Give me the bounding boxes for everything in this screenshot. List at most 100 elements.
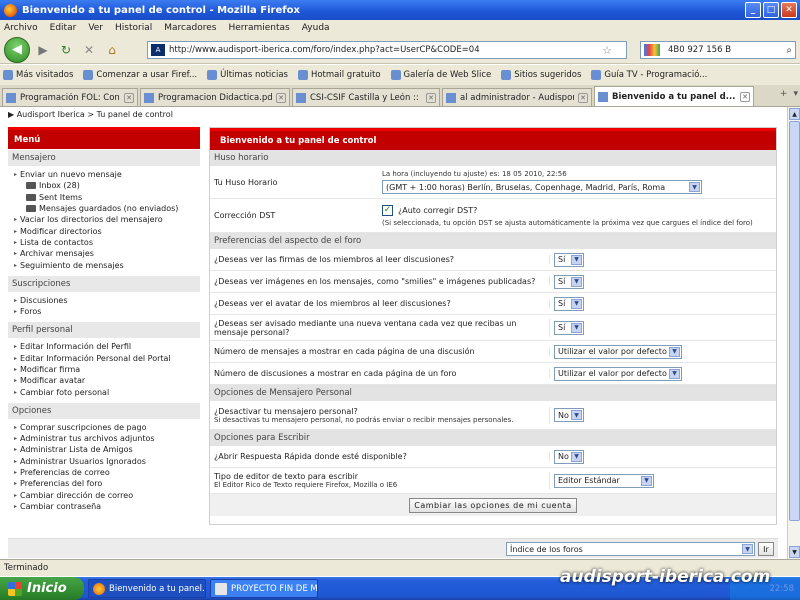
pref-select[interactable]: Sí ▼ bbox=[554, 320, 584, 335]
close-button[interactable]: ✕ bbox=[781, 2, 797, 18]
bookmark-item[interactable]: Guía TV - Programació... bbox=[591, 70, 707, 80]
pm-section-header: Opciones de Mensajero Personal bbox=[210, 385, 776, 401]
reload-button[interactable]: ↻ bbox=[56, 40, 76, 60]
bookmark-star-icon[interactable]: ☆ bbox=[602, 44, 612, 57]
menu-item[interactable]: Ayuda bbox=[302, 23, 330, 33]
sidebar-item-label: Archivar mensajes bbox=[20, 249, 94, 259]
pref-select[interactable]: Utilizar el valor por defecto ▼ bbox=[554, 366, 682, 381]
scroll-up-icon[interactable]: ▲ bbox=[789, 108, 800, 120]
scroll-thumb[interactable] bbox=[789, 121, 800, 521]
sidebar-item[interactable]: ▸ Preferencias del foro bbox=[8, 478, 200, 489]
menu-item[interactable]: Herramientas bbox=[228, 23, 289, 33]
quick-reply-select[interactable]: No ▼ bbox=[554, 449, 584, 464]
sidebar-item[interactable]: ▸ Enviar un nuevo mensaje bbox=[8, 169, 200, 180]
tab-1[interactable]: Programacion Didactica.pdf... ✕ bbox=[140, 88, 290, 106]
tab-2[interactable]: CSI-CSIF Castilla y León :: ... ✕ bbox=[292, 88, 440, 106]
tab-3[interactable]: al administrador - Audisport ... ✕ bbox=[442, 88, 592, 106]
sidebar-section-header: Perfil personal bbox=[8, 322, 200, 339]
bookmark-item[interactable]: Más visitados bbox=[3, 70, 73, 80]
go-button[interactable]: Ir bbox=[758, 542, 774, 556]
sidebar-item-label: Sent Items bbox=[39, 192, 83, 202]
tab-close-icon[interactable]: ✕ bbox=[426, 92, 436, 103]
tab-close-icon[interactable]: ✕ bbox=[578, 92, 588, 103]
tab-list-icon[interactable]: ▾ bbox=[793, 89, 798, 99]
forward-button[interactable]: ▶ bbox=[33, 40, 53, 60]
menu-item[interactable]: Historial bbox=[115, 23, 152, 33]
tab-close-icon[interactable]: ✕ bbox=[124, 92, 134, 103]
sidebar-item[interactable]: ▸ Modificar avatar bbox=[8, 375, 200, 386]
start-button[interactable]: Inicio bbox=[0, 577, 84, 600]
bookmark-item[interactable]: Galería de Web Slice bbox=[390, 70, 492, 80]
url-bar[interactable]: A http://www.audisport-iberica.com/foro/… bbox=[147, 41, 627, 59]
sidebar-item-label: Enviar un nuevo mensaje bbox=[20, 170, 122, 180]
pref-select[interactable]: Utilizar el valor por defecto ▼ bbox=[554, 344, 682, 359]
sidebar-item-label: Inbox (28) bbox=[39, 181, 80, 191]
sidebar-item[interactable]: ▸ Archivar mensajes bbox=[8, 248, 200, 259]
bookmark-item[interactable]: Últimas noticias bbox=[207, 70, 288, 80]
vertical-scrollbar[interactable]: ▲ ▼ bbox=[787, 107, 800, 559]
taskbar-item-firefox[interactable]: Bienvenido a tu panel... bbox=[88, 579, 206, 598]
sidebar-item[interactable]: ▸ Editar Información Personal del Portal bbox=[8, 353, 200, 364]
menu-item[interactable]: Ver bbox=[88, 23, 103, 33]
menu-item[interactable]: Archivo bbox=[4, 23, 38, 33]
sidebar-item[interactable]: Sent Items bbox=[8, 192, 200, 203]
sidebar-item[interactable]: ▸ Modificar directorios bbox=[8, 225, 200, 236]
scroll-down-icon[interactable]: ▼ bbox=[789, 546, 800, 558]
sidebar-item[interactable]: ▸ Foros bbox=[8, 306, 200, 317]
sidebar-item[interactable]: ▸ Vaciar los directorios del mensajero bbox=[8, 214, 200, 225]
breadcrumb-text[interactable]: Audisport Iberica > Tu panel de control bbox=[17, 110, 173, 119]
dst-checkbox[interactable]: ✓ bbox=[382, 204, 393, 216]
sidebar-item[interactable]: ▸ Administrar tus archivos adjuntos bbox=[8, 433, 200, 444]
sidebar-item[interactable]: ▸ Cambiar foto personal bbox=[8, 386, 200, 397]
taskbar-item-document[interactable]: PROYECTO FIN DE M... bbox=[210, 579, 318, 598]
stop-button[interactable]: ✕ bbox=[79, 40, 99, 60]
tab-close-icon[interactable]: ✕ bbox=[276, 92, 286, 103]
forum-jump-select[interactable]: Índice de los foros ▼ bbox=[506, 542, 755, 556]
tab-bar: Programación FOL: Conteni...✕Programacio… bbox=[0, 85, 800, 107]
tab-favicon-icon bbox=[598, 91, 608, 102]
pref-select[interactable]: Sí ▼ bbox=[554, 274, 584, 289]
sidebar-item-label: Lista de contactos bbox=[20, 237, 93, 247]
bookmark-item[interactable]: Hotmail gratuito bbox=[297, 70, 381, 80]
sidebar-item[interactable]: ▸ Cambiar dirección de correo bbox=[8, 490, 200, 501]
chevron-down-icon: ▼ bbox=[571, 254, 582, 265]
sidebar-item[interactable]: ▸ Editar Información del Perfil bbox=[8, 341, 200, 352]
bookmark-label: Galería de Web Slice bbox=[403, 70, 492, 80]
pref-question: Número de discusiones a mostrar en cada … bbox=[210, 369, 550, 378]
bookmark-item[interactable]: Sitios sugeridos bbox=[501, 70, 581, 80]
pref-select[interactable]: Sí ▼ bbox=[554, 252, 584, 267]
sidebar-item[interactable]: ▸ Seguimiento de mensajes bbox=[8, 259, 200, 270]
new-tab-icon[interactable]: + bbox=[780, 89, 788, 99]
bookmark-item[interactable]: Comenzar a usar Firef... bbox=[83, 70, 197, 80]
pref-select[interactable]: Sí ▼ bbox=[554, 296, 584, 311]
sidebar-item[interactable]: ▸ Lista de contactos bbox=[8, 237, 200, 248]
menu-item[interactable]: Editar bbox=[50, 23, 77, 33]
editor-select[interactable]: Editor Estándar ▼ bbox=[554, 473, 654, 488]
sidebar-item[interactable]: ▸ Comprar suscripciones de pago bbox=[8, 422, 200, 433]
pref-select-value: Sí bbox=[558, 255, 566, 264]
sidebar-item[interactable]: Inbox (28) bbox=[8, 180, 200, 191]
sidebar-item[interactable]: ▸ Preferencias de correo bbox=[8, 467, 200, 478]
back-button[interactable]: ◀ bbox=[4, 36, 30, 63]
sidebar-item[interactable]: ▸ Administrar Lista de Amigos bbox=[8, 444, 200, 455]
maximize-button[interactable]: □ bbox=[763, 2, 779, 18]
bookmark-icon bbox=[591, 70, 602, 80]
save-options-button[interactable]: Cambiar las opciones de mi cuenta bbox=[409, 497, 577, 513]
sidebar-item[interactable]: ▸ Discusiones bbox=[8, 295, 200, 306]
sidebar-item-label: Modificar firma bbox=[20, 365, 81, 374]
sidebar-item[interactable]: ▸ Administrar Usuarios Ignorados bbox=[8, 456, 200, 467]
tab-4[interactable]: Bienvenido a tu panel d... ✕ bbox=[594, 86, 754, 106]
sidebar-item[interactable]: ▸ Cambiar contraseña bbox=[8, 501, 200, 512]
sidebar-item[interactable]: Mensajes guardados (no enviados) bbox=[8, 203, 200, 214]
search-icon[interactable]: ⌕ bbox=[786, 45, 792, 56]
sidebar-item[interactable]: ▸ Modificar firma bbox=[8, 364, 200, 375]
home-button[interactable]: ⌂ bbox=[102, 40, 122, 60]
timezone-select[interactable]: (GMT + 1:00 horas) Berlín, Bruselas, Cop… bbox=[382, 180, 702, 194]
tab-close-icon[interactable]: ✕ bbox=[740, 91, 750, 102]
search-input[interactable]: 4B0 927 156 B bbox=[668, 45, 731, 55]
tab-0[interactable]: Programación FOL: Conteni... ✕ bbox=[2, 88, 138, 106]
search-bar[interactable]: 4B0 927 156 B ⌕ bbox=[640, 41, 796, 59]
menu-item[interactable]: Marcadores bbox=[164, 23, 216, 33]
pm-select[interactable]: No ▼ bbox=[554, 408, 584, 422]
minimize-button[interactable]: _ bbox=[745, 2, 761, 18]
